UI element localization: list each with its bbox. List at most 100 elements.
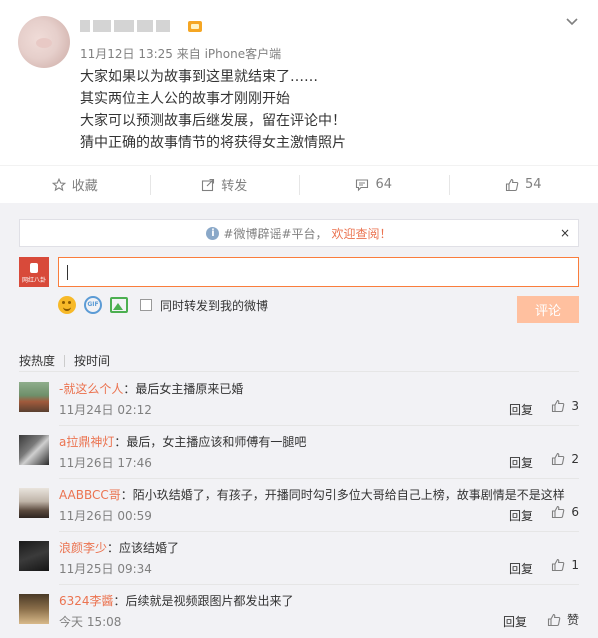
- notice-text: #微博辟谣#平台，: [223, 226, 328, 241]
- post-content: 大家如果以为故事到这里就结束了…… 其实两位主人公的故事才刚刚开始 大家可以预测…: [80, 66, 346, 154]
- thumb-up-icon: [552, 399, 565, 413]
- info-icon: i: [206, 226, 220, 240]
- comment-count: 64: [375, 177, 393, 192]
- post-action-bar: 收藏 转发 64 54: [0, 165, 598, 203]
- sort-divider: [64, 354, 66, 367]
- reply-button[interactable]: 回复: [509, 507, 533, 524]
- reply-button[interactable]: 回复: [509, 454, 533, 471]
- thumb-up-icon: [505, 178, 519, 191]
- favorite-label: 收藏: [71, 179, 98, 194]
- commenter-name[interactable]: 浪颜李少: [59, 541, 107, 555]
- comment-time: 11月25日 09:34: [59, 562, 152, 576]
- divider: [59, 584, 579, 585]
- star-icon: [51, 177, 66, 191]
- composer-toolbar: GIF 同时转发到我的微博: [58, 295, 268, 315]
- comment-time: 11月26日 17:46: [59, 456, 152, 470]
- comment-time: 11月26日 00:59: [59, 509, 152, 523]
- comment-like-button[interactable]: 2: [551, 452, 579, 466]
- favorite-button[interactable]: 收藏: [0, 166, 150, 203]
- reply-button[interactable]: 回复: [503, 613, 527, 630]
- commenter-name[interactable]: AABBCC哥: [59, 488, 121, 502]
- comment-body: ：后续就是视频跟图片都发出来了: [113, 594, 294, 608]
- comment-like-count: 1: [571, 558, 579, 572]
- comment-like-button[interactable]: 3: [551, 399, 579, 413]
- divider: [59, 531, 579, 532]
- reply-button[interactable]: 回复: [509, 401, 533, 418]
- post-line: 大家如果以为故事到这里就结束了……: [80, 69, 318, 85]
- image-icon[interactable]: [110, 297, 128, 313]
- comment-input[interactable]: [58, 257, 579, 287]
- forward-checkbox-label[interactable]: 同时转发到我的微博: [160, 297, 268, 314]
- thumb-up-icon: [552, 558, 565, 572]
- like-button[interactable]: 54: [448, 166, 598, 203]
- comment-text: 浪颜李少：应该结婚了: [59, 539, 179, 556]
- emoji-icon[interactable]: [58, 296, 76, 314]
- post-line: 大家可以预测故事后继发展，留在评论中！: [80, 113, 346, 129]
- rumor-notice-banner: i #微博辟谣#平台， 欢迎查阅！ ×: [19, 219, 579, 247]
- sort-hot-tab[interactable]: 按热度: [19, 352, 55, 369]
- comment-body: ：应该结婚了: [107, 541, 180, 555]
- comment-item: -就这么个人：最后女主播原来已婚 11月24日 02:12 回复 3: [19, 375, 579, 428]
- chevron-down-icon[interactable]: [565, 15, 579, 29]
- share-icon: [202, 178, 215, 191]
- comment-like-button[interactable]: 1: [551, 558, 579, 572]
- commenter-avatar[interactable]: [19, 541, 49, 571]
- comment-text: a拉鼎神灯：最后，女主播应该和师傅有一腿吧: [59, 433, 306, 450]
- comment-like-count: 6: [571, 505, 579, 519]
- thumb-up-icon: [552, 505, 565, 519]
- author-name-blurred[interactable]: [80, 17, 176, 35]
- post-meta: 11月12日 13:25 来自 iPhone客户端: [80, 47, 282, 61]
- comment-like-button[interactable]: 6: [551, 505, 579, 519]
- comments-section: i #微博辟谣#平台， 欢迎查阅！ × 网红八卦 GIF 同时转发到我的微博 评…: [0, 203, 598, 638]
- forward-label: 转发: [221, 179, 248, 194]
- comment-item: 6324李醬：后续就是视频跟图片都发出来了 今天 15:08 回复 赞: [19, 587, 579, 638]
- commenter-avatar[interactable]: [19, 435, 49, 465]
- thumb-up-icon: [552, 452, 565, 466]
- author-avatar[interactable]: [18, 16, 70, 68]
- my-avatar-label: 网红八卦: [21, 277, 46, 284]
- post-line: 其实两位主人公的故事才刚刚开始: [80, 91, 290, 107]
- comment-text: AABBCC哥：陌小玖结婚了，有孩子，开播同时勾引多位大哥给自己上榜，故事剧情是…: [59, 486, 565, 503]
- commenter-avatar[interactable]: [19, 382, 49, 412]
- comment-item: 浪颜李少：应该结婚了 11月25日 09:34 回复 1: [19, 534, 579, 587]
- comment-sort: 按热度 按时间: [19, 352, 110, 369]
- divider: [59, 425, 579, 426]
- comment-body: ：最后女主播原来已婚: [123, 382, 244, 396]
- comment-item: AABBCC哥：陌小玖结婚了，有孩子，开播同时勾引多位大哥给自己上榜，故事剧情是…: [19, 481, 579, 534]
- sort-time-tab[interactable]: 按时间: [74, 352, 110, 369]
- comment-time: 11月24日 02:12: [59, 403, 152, 417]
- submit-comment-button[interactable]: 评论: [517, 296, 579, 323]
- comment-like-button[interactable]: 赞: [547, 611, 579, 628]
- close-icon[interactable]: ×: [560, 226, 570, 240]
- comment-body: ：陌小玖结婚了，有孩子，开播同时勾引多位大哥给自己上榜，故事剧情是不是这样: [120, 488, 565, 502]
- forward-button[interactable]: 转发: [149, 166, 300, 203]
- commenter-avatar[interactable]: [19, 488, 49, 518]
- reply-button[interactable]: 回复: [509, 560, 533, 577]
- comment-item: a拉鼎神灯：最后，女主播应该和师傅有一腿吧 11月26日 17:46 回复 2: [19, 428, 579, 481]
- comment-time: 今天 15:08: [59, 615, 122, 629]
- commenter-name[interactable]: a拉鼎神灯: [59, 435, 114, 449]
- notice-link[interactable]: 欢迎查阅！: [332, 225, 392, 242]
- gif-icon[interactable]: GIF: [84, 296, 102, 314]
- commenter-name[interactable]: 6324李醬: [59, 594, 114, 608]
- commenter-avatar[interactable]: [19, 594, 49, 624]
- comment-like-count: 赞: [566, 613, 579, 627]
- comment-text: 6324李醬：后续就是视频跟图片都发出来了: [59, 592, 294, 609]
- commenter-name[interactable]: -就这么个人: [59, 382, 123, 396]
- post-line: 猜中正确的故事情节的将获得女主激情照片: [80, 135, 346, 151]
- my-avatar: 网红八卦: [19, 257, 49, 287]
- vip-badge-icon: [188, 21, 202, 32]
- weibo-post: 11月12日 13:25 来自 iPhone客户端 大家如果以为故事到这里就结束…: [0, 0, 598, 165]
- thumb-up-icon: [547, 613, 561, 626]
- comment-icon: [356, 178, 369, 191]
- forward-checkbox[interactable]: [140, 299, 152, 311]
- divider: [59, 478, 579, 479]
- comment-body: ：最后，女主播应该和师傅有一腿吧: [114, 435, 307, 449]
- comment-text: -就这么个人：最后女主播原来已婚: [59, 380, 243, 397]
- like-count: 54: [524, 177, 542, 192]
- divider: [19, 371, 579, 372]
- comment-like-count: 2: [571, 452, 579, 466]
- comment-like-count: 3: [571, 399, 579, 413]
- text-caret: [67, 265, 68, 280]
- comment-button[interactable]: 64: [299, 166, 449, 203]
